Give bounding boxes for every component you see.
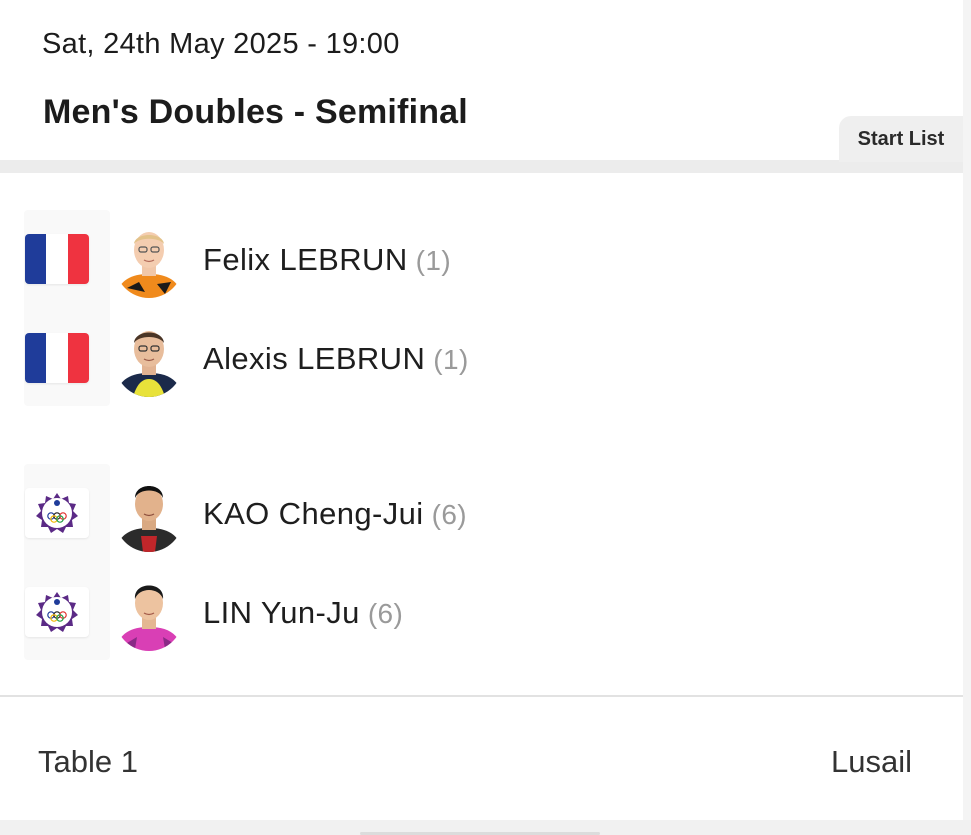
start-list-tab[interactable]: Start List xyxy=(839,116,963,162)
player-seed: (6) xyxy=(431,499,468,530)
player-row[interactable]: Felix LEBRUN (1) xyxy=(0,214,963,304)
player-name-text: LIN Yun-Ju xyxy=(203,595,360,630)
match-card: Sat, 24th May 2025 - 19:00 Men's Doubles… xyxy=(0,0,964,820)
flag-chinese-taipei-icon xyxy=(25,587,89,637)
venue-label: Lusail xyxy=(831,744,912,779)
flag-chinese-taipei-icon xyxy=(25,488,89,538)
player-name-text: Alexis LEBRUN xyxy=(203,341,426,376)
player-name: KAO Cheng-Jui (6) xyxy=(203,496,467,532)
header-divider xyxy=(0,160,963,173)
player-row[interactable]: Alexis LEBRUN (1) xyxy=(0,313,963,403)
flag-france-icon xyxy=(25,333,89,383)
table-label: Table 1 xyxy=(38,744,138,779)
player-seed: (1) xyxy=(415,245,452,276)
player-name-text: Felix LEBRUN xyxy=(203,242,408,277)
player-avatar xyxy=(113,575,185,651)
player-avatar xyxy=(113,476,185,552)
flag-france-icon xyxy=(25,234,89,284)
player-name: Felix LEBRUN (1) xyxy=(203,242,451,278)
match-header: Sat, 24th May 2025 - 19:00 Men's Doubles… xyxy=(0,0,963,160)
player-row[interactable]: KAO Cheng-Jui (6) xyxy=(0,468,963,558)
player-name-text: KAO Cheng-Jui xyxy=(203,496,424,531)
player-name: LIN Yun-Ju (6) xyxy=(203,595,403,631)
player-avatar xyxy=(113,222,185,298)
event-title: Men's Doubles - Semifinal xyxy=(43,93,468,131)
player-seed: (6) xyxy=(367,598,404,629)
bottom-strip xyxy=(0,820,971,835)
footer-divider xyxy=(0,695,963,697)
card-edge xyxy=(963,0,971,820)
player-avatar xyxy=(113,321,185,397)
match-datetime: Sat, 24th May 2025 - 19:00 xyxy=(42,28,400,60)
player-name: Alexis LEBRUN (1) xyxy=(203,341,469,377)
player-row[interactable]: LIN Yun-Ju (6) xyxy=(0,567,963,657)
player-seed: (1) xyxy=(433,344,469,375)
